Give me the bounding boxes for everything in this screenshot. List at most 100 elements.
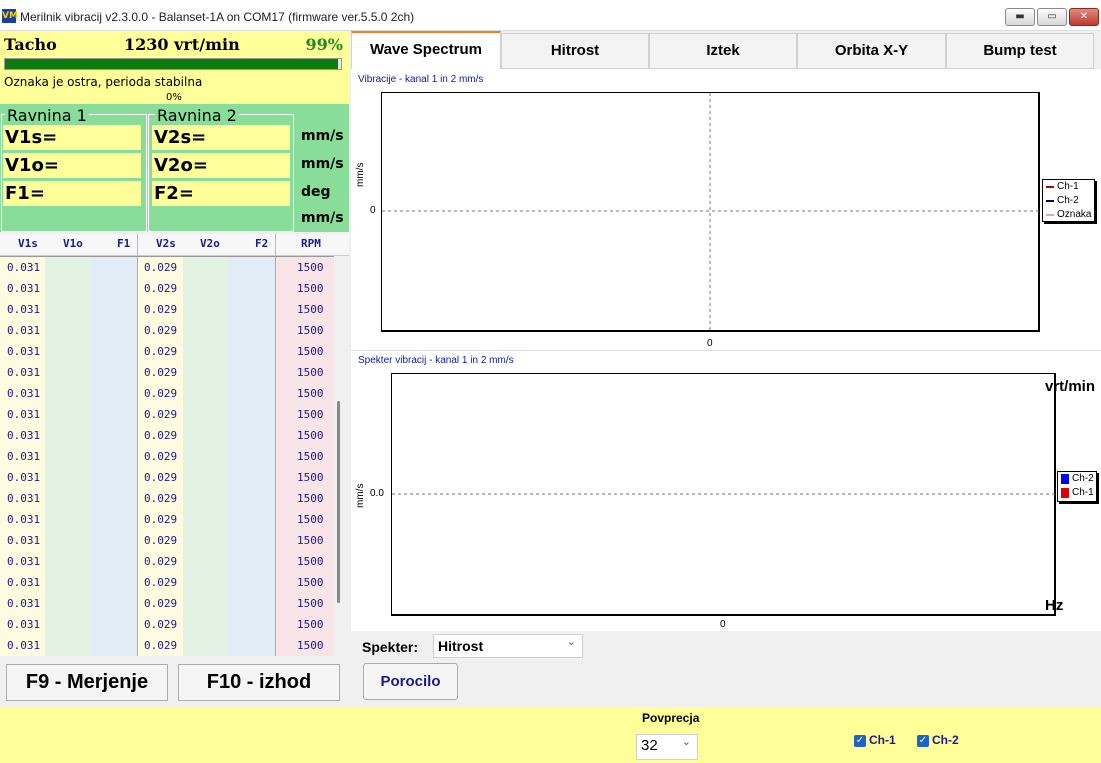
table-cell-v2s: 0.029 [144,303,178,316]
table-cell-rpm: 1500 [297,324,324,337]
table-cell-v1s: 0.031 [7,618,41,631]
table-cell-v1s: 0.031 [7,597,41,610]
table-cell-rpm: 1500 [297,492,324,505]
table-header: V1s V1o F1 V2s V2o F2 RPM [0,234,349,256]
unit-label: deg [301,184,331,200]
ch2-checkbox[interactable]: ✓ [917,735,929,747]
table-cell-v2s: 0.029 [144,282,178,295]
tab-bump-test[interactable]: Bump test [946,33,1094,69]
ch2-label: Ch-2 [932,733,959,747]
maximize-icon: ▭ [1047,11,1057,22]
spectrum-legend: Ch-2 Ch-1 [1057,471,1097,502]
measurements-table[interactable]: 0.031 0.029 1500 0.031 0.029 1500 0.031 0.029 15… [0,256,334,656]
column-header-f2[interactable]: F2 [255,237,268,250]
table-cell-v1s: 0.031 [7,450,41,463]
unit-label: mm/s [301,128,344,144]
spectrum-plot-area[interactable] [391,373,1056,616]
column-header-v2s[interactable]: V2s [156,237,176,250]
spekter-label: Spekter: [362,639,419,655]
table-cell-rpm: 1500 [297,303,324,316]
tab-orbita[interactable]: Orbita X-Y [797,33,946,69]
wave-y-tick: 0 [370,205,376,216]
table-cell-rpm: 1500 [297,597,324,610]
povprecja-select[interactable]: 32 ⌄ [636,734,698,760]
scrollbar-thumb[interactable] [337,401,340,603]
column-header-f1[interactable]: F1 [117,237,130,250]
column-header-v1s[interactable]: V1s [18,237,38,250]
spectrum-unit-hz: Hz [1045,597,1064,614]
ch1-checkbox[interactable]: ✓ [854,735,866,747]
tacho-percent: 99% [305,35,343,54]
tacho-progress-fill [5,59,338,69]
wave-plot-area[interactable] [381,92,1040,332]
table-cell-rpm: 1500 [297,513,324,526]
table-cell-rpm: 1500 [297,261,324,274]
table-cell-v2s: 0.029 [144,576,178,589]
table-scrollbar[interactable] [334,256,349,656]
chevron-down-icon: ⌄ [566,635,576,648]
table-cell-rpm: 1500 [297,429,324,442]
table-cell-rpm: 1500 [297,387,324,400]
spectrum-x-tick: 0 [720,619,726,630]
column-header-v1o[interactable]: V1o [63,237,83,250]
wave-chart-title: Vibracije - kanal 1 in 2 mm/s [358,74,484,85]
f1-field: F1= [3,181,141,206]
tab-bar: Wave Spectrum Hitrost Iztek Orbita X-Y B… [351,31,1101,69]
table-cell-v1s: 0.031 [7,639,41,652]
wave-x-tick: 0 [707,338,713,349]
maximize-button[interactable]: ▭ [1037,8,1067,26]
spekter-select[interactable]: Hitrost ⌄ [433,634,583,658]
tacho-label: Tacho [4,35,57,54]
table-cell-rpm: 1500 [297,534,324,547]
table-cell-rpm: 1500 [297,450,324,463]
chevron-down-icon: ⌄ [681,735,691,748]
tab-iztek[interactable]: Iztek [649,33,797,69]
table-cell-v1s: 0.031 [7,576,41,589]
measure-button[interactable]: F9 - Merjenje [6,664,168,701]
plane-1-title: Ravnina 1 [5,106,89,125]
table-cell-v2s: 0.029 [144,555,178,568]
table-cell-v2s: 0.029 [144,408,178,421]
wave-legend: Ch-1 Ch-2 Oznaka [1042,179,1095,222]
unit-label: mm/s [301,156,344,172]
table-cell-v2s: 0.029 [144,471,178,484]
tab-wave-spectrum[interactable]: Wave Spectrum [351,31,501,69]
table-cell-v2s: 0.029 [144,324,178,337]
table-cell-v1s: 0.031 [7,534,41,547]
tab-hitrost[interactable]: Hitrost [501,33,649,69]
table-cell-rpm: 1500 [297,639,324,652]
table-cell-v2s: 0.029 [144,261,178,274]
legend-item-ch2: Ch-2 [1043,194,1094,208]
table-cell-v1s: 0.031 [7,513,41,526]
ch1-label: Ch-1 [869,733,896,747]
table-cell-rpm: 1500 [297,618,324,631]
minimize-button[interactable]: ▬ [1005,8,1035,26]
legend-item-oznaka: Oznaka [1043,208,1094,222]
povprecja-label: Povprecja [642,711,700,725]
v2s-field: V2s= [152,125,290,150]
table-cell-rpm: 1500 [297,282,324,295]
footer-bar: Povprecja 32 ⌄ ✓ Ch-1 ✓ Ch-2 [0,707,1101,763]
table-cell-v2s: 0.029 [144,597,178,610]
close-button[interactable]: ✕ [1069,8,1099,26]
table-cell-v2s: 0.029 [144,429,178,442]
exit-button[interactable]: F10 - izhod [178,664,340,701]
table-cell-rpm: 1500 [297,345,324,358]
unit-label: mm/s [301,210,344,226]
table-cell-v1s: 0.031 [7,471,41,484]
close-icon: ✕ [1079,11,1089,22]
table-cell-v1s: 0.031 [7,366,41,379]
table-cell-v2s: 0.029 [144,492,178,505]
tacho-panel: Tacho 1230 vrt/min 99% Oznaka je ostra, … [0,31,349,104]
table-cell-v1s: 0.031 [7,387,41,400]
spectrum-controls: Spekter: Hitrost ⌄ Porocilo [351,631,1101,707]
column-header-v2o[interactable]: V2o [200,237,220,250]
column-header-rpm[interactable]: RPM [301,237,321,250]
table-cell-v2s: 0.029 [144,513,178,526]
spectrum-y-tick: 0.0 [370,488,384,499]
report-button[interactable]: Porocilo [363,663,458,700]
title-bar: VM Merilnik vibracij v2.3.0.0 - Balanset… [0,0,1101,31]
spectrum-chart-title: Spekter vibracij - kanal 1 in 2 mm/s [358,355,514,366]
wave-ylabel: mm/s [355,162,366,187]
table-cell-rpm: 1500 [297,366,324,379]
